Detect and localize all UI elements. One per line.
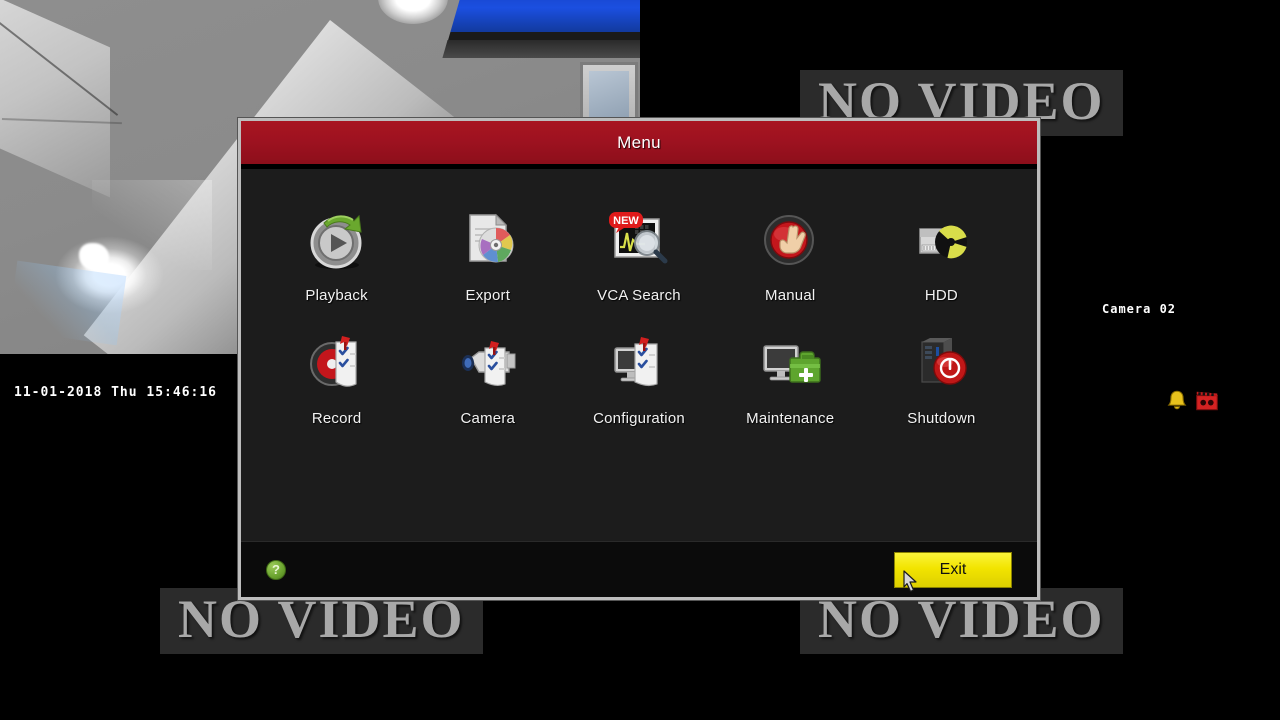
new-badge-text: NEW: [613, 215, 639, 227]
record-icon: [298, 326, 376, 400]
camera-icon: [449, 326, 527, 400]
menu-item-configuration[interactable]: Configuration: [563, 326, 714, 427]
menu-item-manual[interactable]: Manual: [715, 203, 866, 304]
dialog-title: Menu: [617, 133, 661, 153]
awning-shadow: [442, 40, 640, 58]
dvr-screen: NO VIDEO NO VIDEO NO VIDEO 11-01-2018 Th…: [0, 0, 1280, 720]
manual-icon: [751, 203, 829, 277]
menu-item-label: Shutdown: [907, 410, 975, 427]
menu-item-label: HDD: [925, 287, 958, 304]
maintenance-icon: [751, 326, 829, 400]
help-icon[interactable]: ?: [266, 560, 286, 580]
light-core: [79, 243, 109, 271]
shutdown-icon: [902, 326, 980, 400]
menu-item-maintenance[interactable]: Maintenance: [715, 326, 866, 427]
hdd-icon: [902, 203, 980, 277]
menu-item-label: VCA Search: [597, 287, 681, 304]
blue-awning: [447, 0, 640, 44]
menu-item-record[interactable]: Record: [261, 326, 412, 427]
menu-item-hdd[interactable]: HDD: [866, 203, 1017, 304]
menu-row-2: Record: [261, 326, 1017, 427]
menu-item-vca-search[interactable]: NEW VCA Search: [563, 203, 714, 304]
menu-item-label: Camera: [461, 410, 516, 427]
menu-item-label: Export: [466, 287, 511, 304]
export-icon: [449, 203, 527, 277]
recording-icon: [1194, 388, 1220, 414]
menu-item-playback[interactable]: Playback: [261, 203, 412, 304]
menu-row-1: Playback: [261, 203, 1017, 304]
lens-flare-upper: [92, 180, 212, 270]
main-menu-dialog: Menu: [238, 118, 1040, 600]
alarm-bell-icon: [1164, 388, 1190, 414]
menu-item-label: Maintenance: [746, 410, 834, 427]
menu-item-camera[interactable]: Camera: [412, 326, 563, 427]
menu-grid: Playback: [241, 169, 1037, 546]
exit-button[interactable]: Exit: [894, 552, 1012, 588]
menu-item-label: Playback: [305, 287, 367, 304]
menu-item-label: Configuration: [593, 410, 685, 427]
vca-search-icon: NEW: [600, 203, 678, 277]
configuration-icon: [600, 326, 678, 400]
dialog-titlebar: Menu: [241, 121, 1037, 169]
menu-item-label: Record: [312, 410, 362, 427]
menu-item-shutdown[interactable]: Shutdown: [866, 326, 1017, 427]
menu-item-export[interactable]: Export: [412, 203, 563, 304]
playback-icon: [298, 203, 376, 277]
lens-flare-streak: [8, 261, 127, 346]
menu-item-label: Manual: [765, 287, 815, 304]
osd-camera-label: Camera 02: [1102, 302, 1176, 316]
dialog-footer: ? Exit: [241, 541, 1037, 597]
channel-status-icons: [1164, 388, 1220, 414]
osd-datetime: 11-01-2018 Thu 15:46:16: [14, 385, 217, 400]
